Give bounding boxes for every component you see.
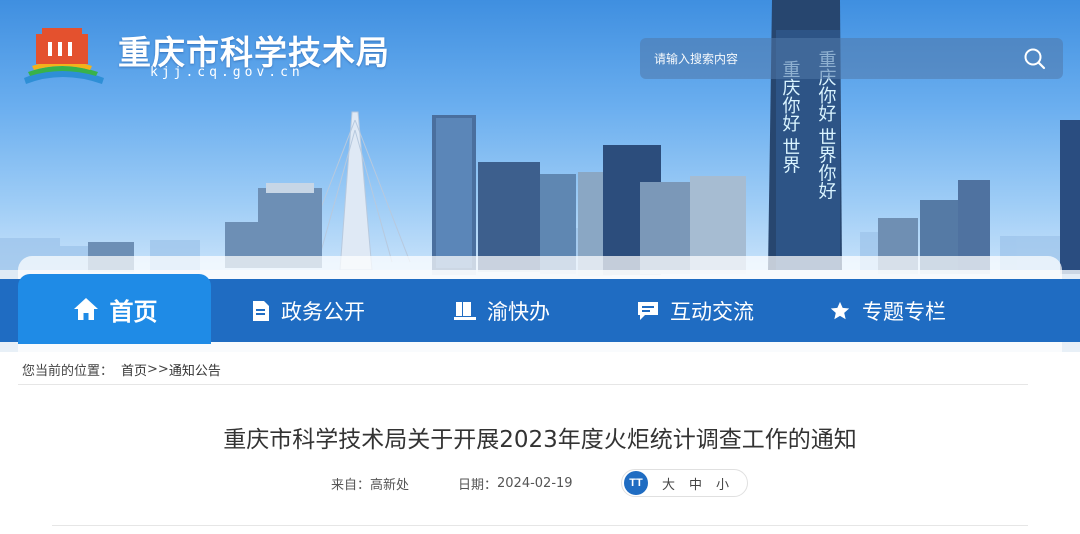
breadcrumb-home-link[interactable]: 首页 [121,360,147,379]
nav-item-special-topics[interactable]: 专题专栏 [828,279,946,342]
nav-label-gov-affairs: 政务公开 [281,299,365,324]
divider [52,525,1028,526]
font-size-switcher: TT 大 中 小 [621,469,748,497]
site-logo [24,28,104,84]
book-icon [454,301,476,320]
nav-item-interaction[interactable]: 互动交流 [636,279,754,342]
font-size-large[interactable]: 大 [662,474,675,493]
nav-label-interaction: 互动交流 [670,299,754,324]
font-size-small[interactable]: 小 [716,474,729,493]
breadcrumb: 您当前的位置： 首页 >> 通知公告 [22,358,221,380]
date-value: 2024-02-19 [497,475,573,491]
home-icon [73,298,98,320]
nav-label-special-topics: 专题专栏 [862,299,946,324]
font-size-icon: TT [624,471,648,495]
article-source: 来自： 高新处 [331,471,409,495]
search-icon[interactable] [1023,47,1047,71]
star-icon [830,301,850,319]
site-domain: kjj.cq.gov.cn [150,65,304,80]
chat-icon [638,301,658,320]
nav-item-gov-affairs[interactable]: 政务公开 [251,279,365,342]
article-title: 重庆市科学技术局关于开展2023年度火炬统计调查工作的通知 [223,427,857,453]
nav-label-home: 首页 [109,297,158,326]
breadcrumb-separator: >> [147,361,169,377]
breadcrumb-current-link[interactable]: 通知公告 [169,360,221,379]
article-date: 日期： 2024-02-19 [458,471,573,495]
nav-item-home[interactable]: 首页 [18,274,211,344]
search-box [640,38,1063,79]
search-input[interactable] [640,38,1010,79]
source-label: 来自： [331,477,371,493]
date-label: 日期： [458,477,498,493]
font-size-medium[interactable]: 中 [689,474,702,493]
divider [18,384,1028,385]
nav-label-yukuaiban: 渝快办 [487,299,550,324]
nav-item-yukuaiban[interactable]: 渝快办 [453,279,550,342]
breadcrumb-prefix: 您当前的位置： [22,363,114,379]
document-icon [253,300,269,321]
source-value: 高新处 [370,477,410,493]
